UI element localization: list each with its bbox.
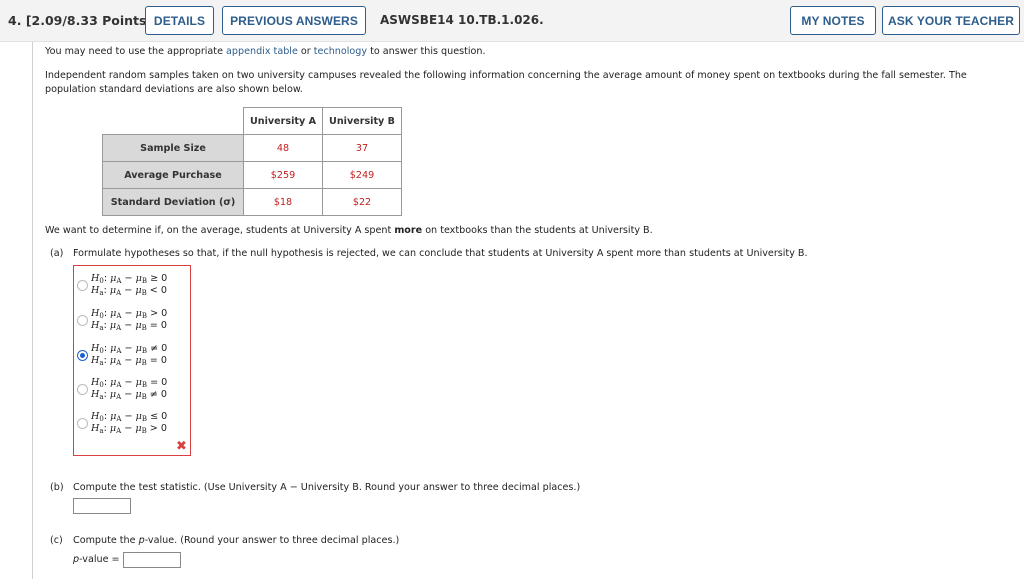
radio-button[interactable] [77, 315, 88, 326]
table-row: Sample Size 48 37 [102, 134, 402, 162]
table-row: Average Purchase $259 $249 [102, 161, 402, 189]
left-divider [32, 42, 33, 579]
hypothesis-option[interactable]: H0: μA − μB ≥ 0 Ha: μA − μB < 0 [74, 270, 192, 304]
hypothesis-option[interactable]: H0: μA − μB = 0 Ha: μA − μB ≠ 0 [74, 374, 192, 408]
radio-button[interactable] [77, 384, 88, 395]
technology-link[interactable]: technology [314, 46, 367, 57]
cell-value: $18 [243, 188, 323, 216]
incorrect-x-icon: ✖ [176, 439, 187, 454]
part-b-label: (b) [50, 482, 64, 493]
cell-value: 48 [243, 134, 323, 162]
details-button[interactable]: DETAILS [145, 6, 214, 35]
part-c-text: Compute the p-value. (Round your answer … [73, 535, 400, 546]
test-statistic-input[interactable] [73, 498, 131, 514]
cell-value: $259 [243, 161, 323, 189]
radio-button[interactable] [77, 350, 88, 361]
row-label: Sample Size [102, 134, 244, 162]
cell-value: 37 [322, 134, 402, 162]
intro-text: You may need to use the appropriate appe… [45, 46, 486, 57]
hypothesis-option[interactable]: H0: μA − μB ≠ 0 Ha: μA − μB = 0 [74, 340, 192, 374]
column-header: University A [243, 107, 323, 135]
appendix-table-link[interactable]: appendix table [226, 46, 298, 57]
hypothesis-options: H0: μA − μB ≥ 0 Ha: μA − μB < 0 H0: μA − μ… [73, 265, 191, 456]
question-code: ASWSBE14 10.TB.1.026. [380, 13, 544, 27]
row-label: Standard Deviation (σ) [102, 188, 244, 216]
alternative-hypothesis: Ha: μA − μB ≠ 0 [91, 389, 167, 401]
part-a-text: Formulate hypotheses so that, if the nul… [73, 248, 808, 259]
hypothesis-option[interactable]: H0: μA − μB ≤ 0 Ha: μA − μB > 0 [74, 408, 192, 442]
alternative-hypothesis: Ha: μA − μB > 0 [91, 423, 167, 435]
alternative-hypothesis: Ha: μA − μB = 0 [91, 355, 167, 367]
alternative-hypothesis: Ha: μA − μB = 0 [91, 320, 167, 332]
my-notes-button[interactable]: MY NOTES [790, 6, 876, 35]
part-a-label: (a) [50, 248, 64, 259]
radio-button[interactable] [77, 418, 88, 429]
question-header: 4. [2.09/8.33 Points] DETAILS PREVIOUS A… [0, 0, 1024, 42]
question-number-points: 4. [2.09/8.33 Points] [8, 13, 153, 28]
table-row: Standard Deviation (σ) $18 $22 [102, 188, 402, 216]
cell-value: $249 [322, 161, 402, 189]
problem-text-line2: population standard deviations are also … [45, 84, 303, 95]
problem-text-line1: Independent random samples taken on two … [45, 70, 967, 81]
radio-button[interactable] [77, 280, 88, 291]
alternative-hypothesis: Ha: μA − μB < 0 [91, 285, 167, 297]
data-table: University A University B Sample Size 48… [102, 107, 402, 216]
cell-value: $22 [322, 188, 402, 216]
goal-text: We want to determine if, on the average,… [45, 225, 653, 236]
row-label: Average Purchase [102, 161, 244, 189]
part-c-label: (c) [50, 535, 63, 546]
p-value-input[interactable] [123, 552, 181, 568]
hypothesis-option[interactable]: H0: μA − μB > 0 Ha: μA − μB = 0 [74, 305, 192, 339]
previous-answers-button[interactable]: PREVIOUS ANSWERS [222, 6, 366, 35]
part-b-text: Compute the test statistic. (Use Univers… [73, 482, 581, 493]
p-value-label: p-value = [73, 554, 120, 565]
column-header: University B [322, 107, 402, 135]
ask-your-teacher-button[interactable]: ASK YOUR TEACHER [882, 6, 1020, 35]
